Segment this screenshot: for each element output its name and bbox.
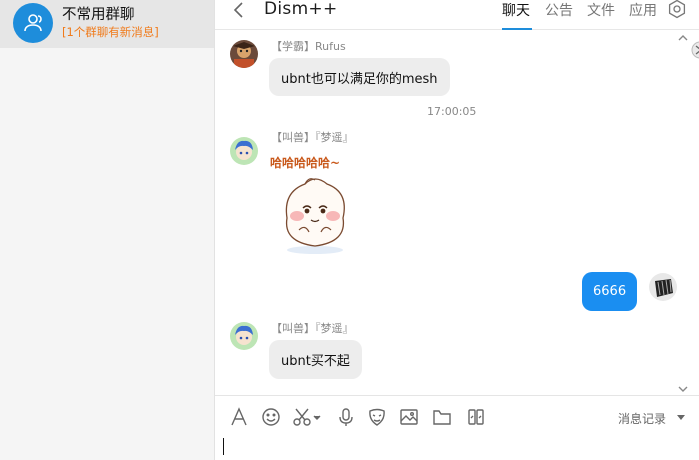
chat-window: 不常用群聊 [1个群聊有新消息] Dism++ 聊天 公告 文件 应用 【学霸】… (0, 0, 699, 460)
sticker-text: 哈哈哈哈哈~ (270, 156, 341, 170)
sticker-image[interactable]: 哈哈哈哈哈~ (269, 150, 359, 255)
message-area[interactable]: 【学霸】Rufus ubnt也可以满足你的mesh 17:00:05 【叫兽】『… (215, 30, 699, 395)
avatar[interactable] (230, 137, 258, 165)
message-sender: 【学霸】Rufus (271, 40, 346, 53)
message-timestamp: 17:00:05 (427, 105, 477, 118)
conversation-title: 不常用群聊 (62, 7, 135, 23)
chat-header: Dism++ 聊天 公告 文件 应用 (215, 0, 699, 30)
back-icon[interactable] (230, 0, 248, 22)
tab-chat[interactable]: 聊天 (502, 0, 530, 20)
message-history-button[interactable]: 消息记录 (618, 410, 666, 427)
message-sender: 【叫兽】『梦遥』 (271, 322, 354, 335)
group-icon (13, 3, 53, 43)
tab-apps[interactable]: 应用 (629, 0, 657, 20)
conversation-item-group[interactable]: 不常用群聊 [1个群聊有新消息] (0, 0, 214, 48)
text-cursor[interactable] (223, 438, 224, 455)
message-bubble-outgoing[interactable]: 6666 (582, 272, 638, 311)
avatar[interactable] (649, 273, 677, 301)
message-bubble[interactable]: ubnt买不起 (269, 340, 362, 379)
scissors-icon[interactable] (292, 406, 322, 428)
conversation-subtitle: [1个群聊有新消息] (62, 25, 159, 39)
message-sender: 【叫兽】『梦遥』 (271, 131, 354, 144)
chevron-down-icon[interactable] (677, 415, 685, 421)
message-bubble[interactable]: ubnt也可以满足你的mesh (269, 58, 450, 96)
avatar[interactable] (230, 322, 258, 350)
face-icon[interactable] (366, 406, 388, 428)
tab-files[interactable]: 文件 (587, 0, 615, 20)
scroll-down-icon[interactable] (677, 384, 689, 394)
message-text: ubnt也可以满足你的mesh (281, 71, 438, 87)
conversation-list: 不常用群聊 [1个群聊有新消息] (0, 0, 215, 460)
window-edge (688, 40, 699, 60)
message-text: ubnt买不起 (281, 354, 350, 369)
avatar[interactable] (230, 40, 258, 68)
gear-icon[interactable] (667, 0, 687, 19)
tab-announcement[interactable]: 公告 (545, 0, 573, 20)
gallery-icon[interactable] (465, 406, 487, 428)
message-text: 6666 (593, 284, 627, 299)
font-icon[interactable] (228, 406, 250, 428)
microphone-icon[interactable] (335, 406, 357, 428)
chat-title: Dism++ (264, 0, 338, 19)
image-icon[interactable] (398, 406, 420, 428)
folder-icon[interactable] (431, 406, 453, 428)
emoji-icon[interactable] (260, 406, 282, 428)
input-area[interactable]: 消息记录 (215, 395, 699, 460)
